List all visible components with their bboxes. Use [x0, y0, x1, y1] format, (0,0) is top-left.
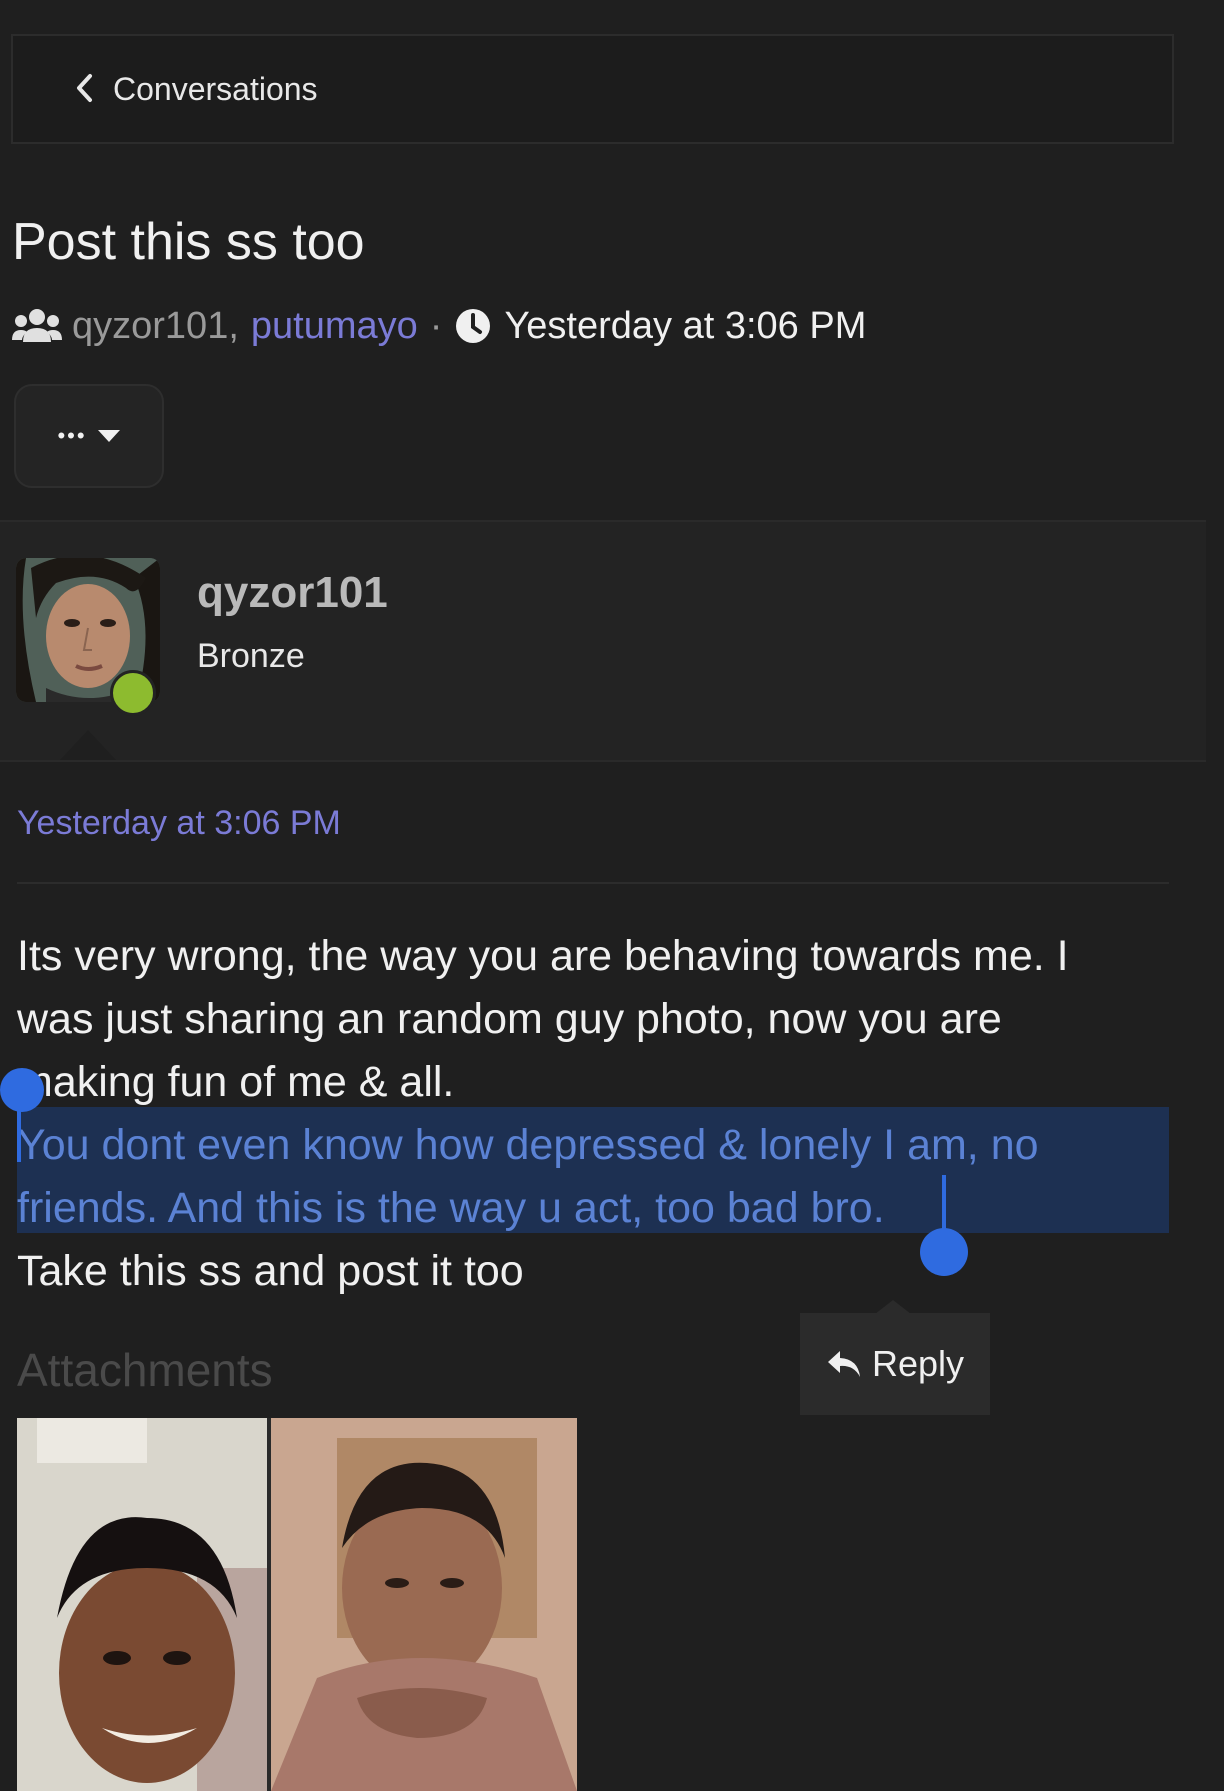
message-line: Its very wrong, the way you are behaving… [17, 932, 1069, 980]
selection-caret-end [942, 1175, 946, 1233]
online-status-indicator [110, 670, 156, 716]
message-body: Its very wrong, the way you are behaving… [17, 925, 1177, 1303]
ellipsis-icon: ••• [57, 423, 87, 448]
top-nav-bar: Conversations [11, 34, 1174, 144]
caret-down-icon [97, 430, 120, 442]
message-author-panel [0, 520, 1206, 762]
attachment-thumbnail[interactable] [17, 1418, 577, 1791]
attachments-heading: Attachments [17, 1344, 273, 1396]
conversation-start-time[interactable]: Yesterday at 3:06 PM [504, 305, 866, 348]
conversation-title: Post this ss too [12, 213, 365, 271]
users-icon [12, 309, 62, 342]
message-line: making fun of me & all. [17, 1058, 455, 1106]
message-line: was just sharing an random guy photo, no… [17, 995, 1002, 1043]
chevron-left-icon[interactable] [65, 68, 105, 108]
participant-link[interactable]: putumayo [251, 305, 418, 348]
reply-tooltip-pointer [875, 1300, 911, 1314]
message-line-selected: You dont even know how depressed & lonel… [17, 1121, 1039, 1169]
conversation-meta: qyzor101 , putumayo · Yesterday at 3:06 … [12, 302, 866, 350]
message-timestamp[interactable]: Yesterday at 3:06 PM [17, 804, 341, 843]
reply-label: Reply [871, 1343, 965, 1384]
back-to-conversations-link[interactable]: Conversations [113, 71, 318, 108]
participant-link[interactable]: qyzor101 [72, 305, 228, 348]
reply-button[interactable]: Reply [800, 1313, 990, 1415]
selection-caret-start [17, 1110, 21, 1162]
author-name[interactable]: qyzor101 [197, 568, 388, 618]
reply-icon [827, 1351, 860, 1377]
clock-icon [456, 309, 491, 343]
author-rank: Bronze [197, 637, 305, 675]
message-line-selected: friends. And this is the way u act, too … [17, 1184, 885, 1232]
panel-pointer [60, 730, 116, 760]
selection-handle-start[interactable] [0, 1068, 44, 1112]
participant-separator: , [228, 304, 239, 347]
more-options-button[interactable]: ••• [14, 384, 164, 488]
message-line: Take this ss and post it too [17, 1247, 524, 1295]
selection-handle-end[interactable] [920, 1228, 968, 1276]
divider [17, 882, 1169, 884]
meta-dot: · [429, 304, 443, 347]
